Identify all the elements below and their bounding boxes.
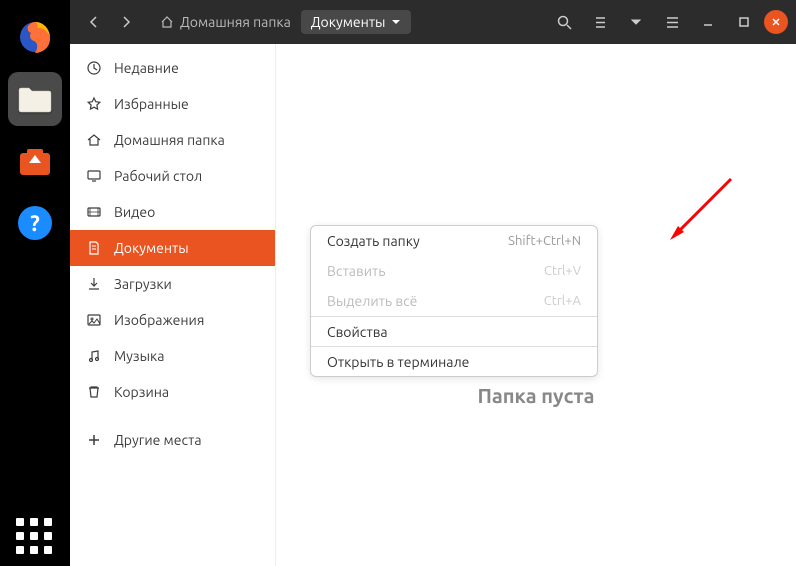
breadcrumb: Домашняя папка Документы (150, 10, 411, 34)
menu-item-label: Создать папку (327, 233, 420, 249)
desktop-icon (86, 168, 102, 184)
trash-icon (86, 384, 102, 400)
menu-item-label: Открыть в терминале (327, 354, 469, 370)
view-dropdown-button[interactable] (622, 8, 650, 36)
dock-item-help[interactable]: ? (8, 196, 62, 250)
minimize-button[interactable] (694, 8, 722, 36)
star-icon (86, 96, 102, 112)
help-icon: ? (15, 203, 55, 243)
sidebar-item-music[interactable]: Музыка (70, 338, 275, 374)
sidebar-item-label: Недавние (114, 60, 179, 76)
sidebar-item-videos[interactable]: Видео (70, 194, 275, 230)
menu-item-new-folder[interactable]: Создать папку Shift+Ctrl+N (311, 226, 597, 256)
sidebar-item-label: Рабочий стол (114, 168, 202, 184)
sidebar-item-label: Другие места (114, 432, 202, 448)
menu-item-open-terminal[interactable]: Открыть в терминале (311, 346, 597, 376)
image-icon (86, 312, 102, 328)
breadcrumb-home-label: Домашняя папка (180, 14, 291, 30)
search-icon (557, 15, 572, 30)
chevron-down-icon (631, 17, 641, 27)
breadcrumb-current-label: Документы (311, 14, 386, 30)
video-icon (86, 204, 102, 220)
sidebar-item-downloads[interactable]: Загрузки (70, 266, 275, 302)
menu-item-properties[interactable]: Свойства (311, 316, 597, 346)
home-icon (86, 132, 102, 148)
sidebar-item-label: Музыка (114, 348, 164, 364)
menu-item-shortcut: Ctrl+A (544, 294, 581, 308)
menu-item-label: Вставить (327, 263, 385, 279)
folder-content-area[interactable]: Создать папку Shift+Ctrl+N Вставить Ctrl… (275, 44, 796, 566)
show-applications-button[interactable] (16, 518, 52, 554)
svg-text:?: ? (30, 211, 40, 236)
sidebar-item-label: Изображения (114, 312, 204, 328)
maximize-button[interactable] (730, 8, 758, 36)
dock-item-firefox[interactable] (8, 10, 62, 64)
chevron-down-icon (391, 17, 401, 27)
nav-back-button[interactable] (80, 8, 108, 36)
sidebar-item-trash[interactable]: Корзина (70, 374, 275, 410)
breadcrumb-current[interactable]: Документы (301, 10, 412, 34)
titlebar: Домашняя папка Документы (70, 0, 796, 44)
menu-item-select-all: Выделить всё Ctrl+A (311, 286, 597, 316)
context-menu: Создать папку Shift+Ctrl+N Вставить Ctrl… (310, 225, 598, 377)
empty-folder-label: Папка пуста (276, 384, 796, 407)
close-button[interactable] (764, 10, 788, 34)
dock: ? (0, 0, 70, 566)
sidebar-item-documents[interactable]: Документы (70, 230, 275, 266)
firefox-icon (15, 17, 55, 57)
dock-item-files[interactable] (8, 72, 62, 126)
menu-item-label: Свойства (327, 324, 388, 340)
sidebar-item-pictures[interactable]: Изображения (70, 302, 275, 338)
document-icon (86, 240, 102, 256)
sidebar-item-label: Избранные (114, 96, 189, 112)
sidebar: Недавние Избранные Домашняя папка Рабочи… (70, 44, 275, 566)
sidebar-item-label: Корзина (114, 384, 169, 400)
home-icon (160, 15, 174, 29)
list-icon (593, 15, 608, 30)
menu-item-paste: Вставить Ctrl+V (311, 256, 597, 286)
search-button[interactable] (550, 8, 578, 36)
breadcrumb-home[interactable]: Домашняя папка (150, 10, 301, 34)
sidebar-item-label: Документы (114, 240, 189, 256)
software-store-icon (15, 141, 55, 181)
sidebar-item-label: Загрузки (114, 276, 172, 292)
download-icon (86, 276, 102, 292)
sidebar-item-desktop[interactable]: Рабочий стол (70, 158, 275, 194)
sidebar-item-starred[interactable]: Избранные (70, 86, 275, 122)
maximize-icon (738, 16, 750, 28)
sidebar-item-label: Домашняя папка (114, 132, 225, 148)
dock-item-software[interactable] (8, 134, 62, 188)
annotation-arrow (666, 174, 736, 244)
file-manager-window: Домашняя папка Документы (70, 0, 796, 566)
close-icon (771, 17, 781, 27)
hamburger-menu-button[interactable] (658, 8, 686, 36)
minimize-icon (702, 16, 714, 28)
sidebar-item-other-locations[interactable]: Другие места (70, 422, 275, 458)
view-list-button[interactable] (586, 8, 614, 36)
plus-icon (86, 432, 102, 448)
folder-icon (14, 78, 56, 120)
music-icon (86, 348, 102, 364)
sidebar-item-home[interactable]: Домашняя папка (70, 122, 275, 158)
sidebar-item-label: Видео (114, 204, 155, 220)
menu-item-shortcut: Ctrl+V (544, 264, 581, 278)
menu-item-label: Выделить всё (327, 293, 417, 309)
nav-forward-button[interactable] (112, 8, 140, 36)
clock-icon (86, 60, 102, 76)
menu-item-shortcut: Shift+Ctrl+N (508, 234, 581, 248)
menu-icon (665, 15, 680, 30)
sidebar-item-recent[interactable]: Недавние (70, 50, 275, 86)
